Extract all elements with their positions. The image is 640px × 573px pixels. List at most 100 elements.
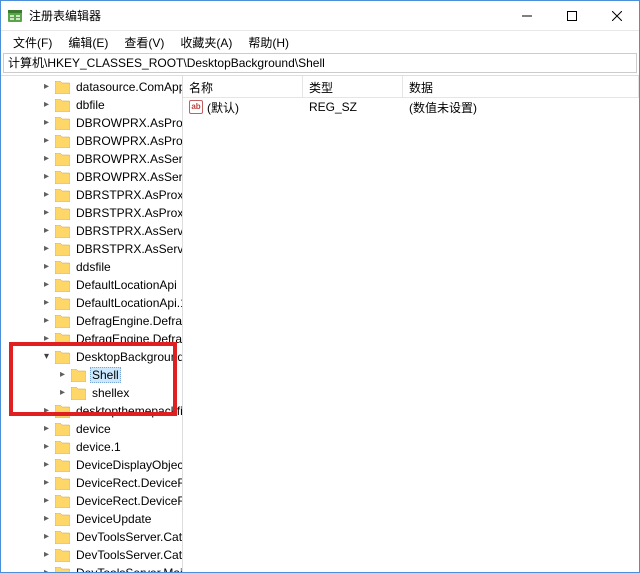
expand-icon[interactable]: ▸ (41, 154, 52, 165)
expand-icon[interactable]: ▸ (41, 136, 52, 147)
tree-item[interactable]: ▸DevToolsServer.Main (1, 564, 183, 572)
folder-icon (55, 459, 70, 472)
expand-icon[interactable]: ▸ (41, 298, 52, 309)
expand-icon[interactable]: ▸ (41, 190, 52, 201)
titlebar: 注册表编辑器 (1, 1, 639, 31)
tree-item[interactable]: ▸Shell (1, 366, 183, 384)
menu-help[interactable]: 帮助(H) (240, 32, 297, 53)
expand-icon[interactable]: ▸ (41, 100, 52, 111)
content-area: ▸datasource.ComApp▸dbfile▸DBROWPRX.AsPro… (1, 75, 639, 572)
value-data: (数值未设置) (403, 99, 639, 116)
tree-item-label: DevToolsServer.Categ (74, 530, 183, 544)
expand-icon[interactable]: ▸ (41, 424, 52, 435)
tree-item[interactable]: ▸shellex (1, 384, 183, 402)
tree-item-label: DBRSTPRX.AsServer.1 (74, 242, 183, 256)
expand-icon[interactable]: ▸ (41, 460, 52, 471)
folder-icon (55, 513, 70, 526)
tree-item[interactable]: ▸DBRSTPRX.AsProxy.1 (1, 204, 183, 222)
folder-icon (55, 477, 70, 490)
folder-icon (55, 297, 70, 310)
folder-icon (55, 153, 70, 166)
folder-icon (55, 171, 70, 184)
tree-item[interactable]: ▸desktopthemepackfil (1, 402, 183, 420)
expand-icon[interactable]: ▸ (41, 262, 52, 273)
tree-item[interactable]: ▸DefragEngine.Defrag (1, 312, 183, 330)
menu-edit[interactable]: 编辑(E) (60, 32, 116, 53)
tree-item-label: DefragEngine.Defrag (74, 332, 183, 346)
expand-icon[interactable]: ▸ (41, 550, 52, 561)
expand-icon[interactable]: ▸ (41, 316, 52, 327)
tree-item[interactable]: ▸ device (1, 420, 183, 438)
tree-item[interactable]: ▸ DBROWPRX.AsProxy. (1, 132, 183, 150)
expand-icon[interactable]: ▸ (57, 388, 68, 399)
collapse-icon[interactable]: ▾ (41, 352, 52, 363)
address-bar[interactable]: 计算机\HKEY_CLASSES_ROOT\DesktopBackground\… (3, 53, 637, 73)
expand-icon[interactable]: ▸ (57, 370, 68, 381)
tree-item[interactable]: ▸DBRSTPRX.AsProxy (1, 186, 183, 204)
list-body: ab (默认) REG_SZ (数值未设置) (183, 98, 639, 572)
menu-view[interactable]: 查看(V) (116, 32, 172, 53)
tree: ▸datasource.ComApp▸dbfile▸DBROWPRX.AsPro… (1, 76, 183, 572)
expand-icon[interactable]: ▸ (41, 568, 52, 573)
tree-item[interactable]: ▸DeviceRect.DeviceRec (1, 492, 183, 510)
folder-icon (55, 261, 70, 274)
close-button[interactable] (594, 1, 639, 30)
tree-item[interactable]: ▸ DefaultLocationApi.1 (1, 294, 183, 312)
tree-item[interactable]: ▾DesktopBackground (1, 348, 183, 366)
folder-icon (55, 405, 70, 418)
expand-icon[interactable]: ▸ (41, 334, 52, 345)
expand-icon[interactable]: ▸ (41, 514, 52, 525)
tree-item[interactable]: ▸ datasource.ComApp (1, 78, 183, 96)
tree-item[interactable]: ▸ DefragEngine.Defrag (1, 330, 183, 348)
expand-icon[interactable]: ▸ (41, 82, 52, 93)
menu-favorites[interactable]: 收藏夹(A) (172, 32, 240, 53)
folder-icon (71, 369, 86, 382)
expand-icon[interactable]: ▸ (41, 226, 52, 237)
tree-scroll[interactable]: ▸datasource.ComApp▸dbfile▸DBROWPRX.AsPro… (1, 76, 183, 572)
tree-item-label: DeviceDisplayObject (74, 458, 183, 472)
tree-item[interactable]: ▸DBRSTPRX.AsServer (1, 222, 183, 240)
col-data[interactable]: 数据 (403, 76, 639, 97)
tree-item[interactable]: ▸DBROWPRX.AsServer (1, 150, 183, 168)
tree-item[interactable]: ▸DBROWPRX.AsServer (1, 168, 183, 186)
folder-icon (55, 279, 70, 292)
tree-item[interactable]: ▸ DevToolsServer.Categ (1, 528, 183, 546)
expand-icon[interactable]: ▸ (41, 280, 52, 291)
tree-item-label: device.1 (74, 440, 123, 454)
tree-item-label: device (74, 422, 113, 436)
expand-icon[interactable]: ▸ (41, 172, 52, 183)
tree-item[interactable]: ▸DeviceUpdate (1, 510, 183, 528)
expand-icon[interactable]: ▸ (41, 478, 52, 489)
tree-item[interactable]: ▸DBROWPRX.AsProxy (1, 114, 183, 132)
expand-icon[interactable]: ▸ (41, 442, 52, 453)
folder-icon (55, 117, 70, 130)
menu-file[interactable]: 文件(F) (5, 32, 60, 53)
tree-item[interactable]: ▸ DefaultLocationApi (1, 276, 183, 294)
tree-item-label: DBROWPRX.AsProxy. (74, 134, 183, 148)
tree-item[interactable]: ▸dbfile (1, 96, 183, 114)
maximize-button[interactable] (549, 1, 594, 30)
expand-icon[interactable]: ▸ (41, 208, 52, 219)
tree-item[interactable]: ▸DeviceRect.DeviceRec (1, 474, 183, 492)
col-type[interactable]: 类型 (303, 76, 403, 97)
tree-item-label: datasource.ComApp (74, 80, 183, 94)
expand-icon[interactable]: ▸ (41, 406, 52, 417)
tree-item[interactable]: ▸ DBRSTPRX.AsServer.1 (1, 240, 183, 258)
tree-item[interactable]: ▸DevToolsServer.Categ (1, 546, 183, 564)
folder-icon (55, 549, 70, 562)
expand-icon[interactable]: ▸ (41, 118, 52, 129)
expand-icon[interactable]: ▸ (41, 244, 52, 255)
tree-item[interactable]: ▸ddsfile (1, 258, 183, 276)
folder-icon (55, 99, 70, 112)
tree-item[interactable]: ▸ DeviceDisplayObject (1, 456, 183, 474)
tree-item-label: DefaultLocationApi (74, 278, 179, 292)
expand-icon[interactable]: ▸ (41, 532, 52, 543)
minimize-button[interactable] (504, 1, 549, 30)
tree-item[interactable]: ▸ device.1 (1, 438, 183, 456)
value-row[interactable]: ab (默认) REG_SZ (数值未设置) (183, 98, 639, 116)
tree-item-label: DefaultLocationApi.1 (74, 296, 183, 310)
folder-icon (55, 423, 70, 436)
col-name[interactable]: 名称 (183, 76, 303, 97)
folder-icon (55, 225, 70, 238)
expand-icon[interactable]: ▸ (41, 496, 52, 507)
